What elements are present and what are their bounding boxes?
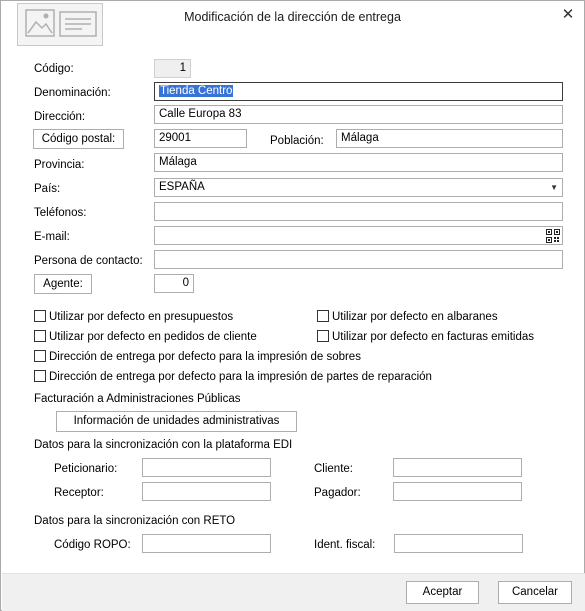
email-label: E-mail: [34,231,70,243]
pais-label: País: [34,183,61,195]
checkbox-sobres-label: Dirección de entrega por defecto para la… [49,351,361,363]
cancelar-button[interactable]: Cancelar [498,581,572,604]
checkbox-box[interactable] [317,310,329,322]
denominacion-label: Denominación: [34,87,111,99]
peticionario-input[interactable] [142,458,271,477]
info-unidades-button[interactable]: Información de unidades administrativas [56,411,297,432]
codigo-ropo-input[interactable] [142,534,271,553]
peticionario-label: Peticionario: [54,463,118,475]
codigo-field: 1 [154,59,191,78]
ident-fiscal-label: Ident. fiscal: [314,539,376,551]
dialog-window: Modificación de la dirección de entrega … [0,0,585,611]
provincia-label: Provincia: [34,159,85,171]
codigo-label: Código: [34,63,74,75]
edi-heading: Datos para la sincronización con la plat… [34,439,293,451]
agente-button[interactable]: Agente: [34,274,92,294]
pais-value: ESPAÑA [159,181,205,193]
checkbox-box[interactable] [34,310,46,322]
poblacion-label: Población: [270,135,324,147]
direccion-input[interactable]: Calle Europa 83 [154,105,563,124]
checkbox-partes-label: Dirección de entrega por defecto para la… [49,371,432,383]
checkbox-facturas-label: Utilizar por defecto en facturas emitida… [332,331,534,343]
contacto-input[interactable] [154,250,563,269]
email-input[interactable] [154,226,563,245]
codigo-ropo-label: Código ROPO: [54,539,131,551]
checkbox-presupuestos-label: Utilizar por defecto en presupuestos [49,311,234,323]
reto-heading: Datos para la sincronización con RETO [34,515,236,527]
direccion-label: Dirección: [34,111,86,123]
checkbox-box[interactable] [34,350,46,362]
dialog-title: Modificación de la dirección de entrega [184,10,401,24]
receptor-label: Receptor: [54,487,104,499]
facturacion-heading: Facturación a Administraciones Públicas [34,393,241,405]
codigo-postal-button[interactable]: Código postal: [33,129,124,149]
qr-code-icon[interactable] [546,229,560,243]
telefonos-input[interactable] [154,202,563,221]
checkbox-partes[interactable]: Dirección de entrega por defecto para la… [34,370,432,384]
pagador-input[interactable] [393,482,522,501]
telefonos-label: Teléfonos: [34,207,87,219]
receptor-input[interactable] [142,482,271,501]
checkbox-albaranes[interactable]: Utilizar por defecto en albaranes [317,310,498,324]
checkbox-box[interactable] [317,330,329,342]
pagador-label: Pagador: [314,487,361,499]
checkbox-albaranes-label: Utilizar por defecto en albaranes [332,311,498,323]
checkbox-box[interactable] [34,330,46,342]
codigo-postal-input[interactable]: 29001 [154,129,247,148]
cliente-label: Cliente: [314,463,353,475]
cliente-input[interactable] [393,458,522,477]
checkbox-pedidos-label: Utilizar por defecto en pedidos de clien… [49,331,257,343]
chevron-down-icon[interactable]: ▼ [550,179,558,196]
aceptar-button[interactable]: Aceptar [406,581,479,604]
contacto-label: Persona de contacto: [34,255,143,267]
poblacion-input[interactable]: Málaga [336,129,563,148]
provincia-input[interactable]: Málaga [154,153,563,172]
denominacion-input[interactable]: Tienda Centro [154,82,563,101]
denominacion-value: Tienda Centro [159,85,234,97]
close-icon[interactable]: ✕ [556,5,580,25]
checkbox-sobres[interactable]: Dirección de entrega por defecto para la… [34,350,361,364]
checkbox-box[interactable] [34,370,46,382]
pais-select[interactable]: ESPAÑA ▼ [154,178,563,197]
ident-fiscal-input[interactable] [394,534,523,553]
checkbox-facturas[interactable]: Utilizar por defecto en facturas emitida… [317,330,534,344]
checkbox-presupuestos[interactable]: Utilizar por defecto en presupuestos [34,310,233,324]
agente-input[interactable]: 0 [154,274,194,293]
checkbox-pedidos[interactable]: Utilizar por defecto en pedidos de clien… [34,330,257,344]
